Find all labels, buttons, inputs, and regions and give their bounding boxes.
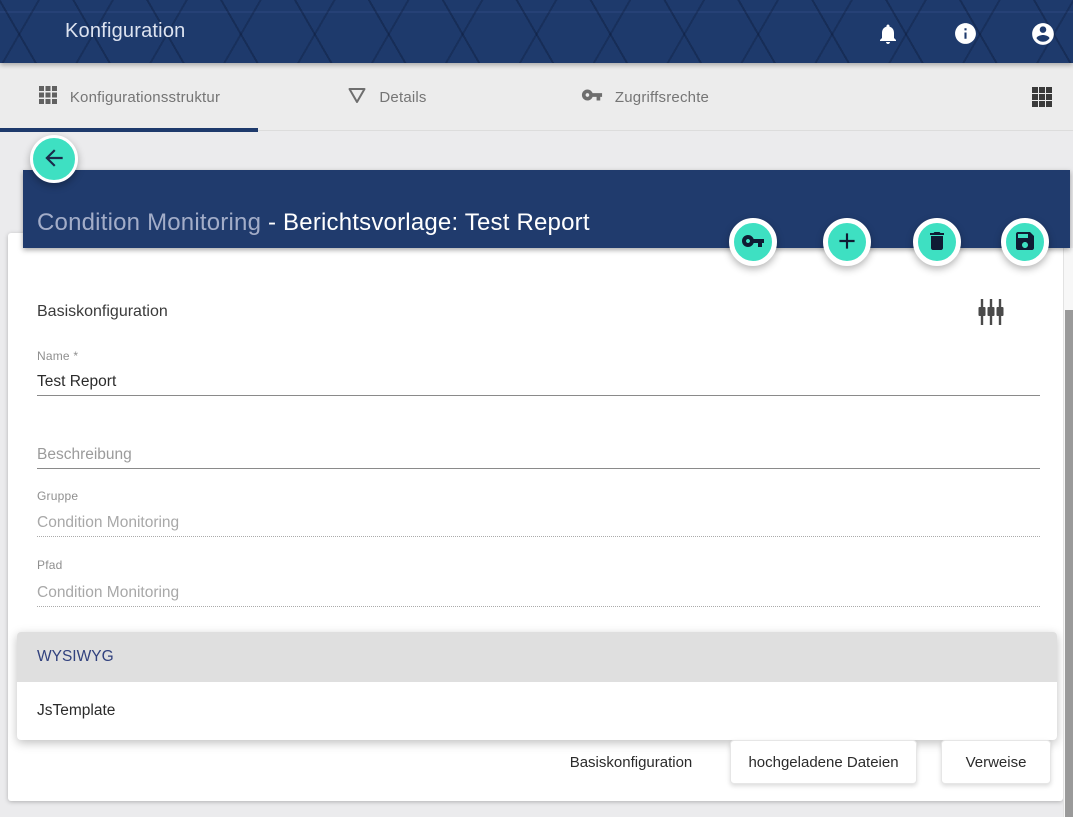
footer-button-hochgeladene-dateien[interactable]: hochgeladene Dateien	[730, 740, 917, 784]
tab-label: Konfigurationsstruktur	[70, 89, 220, 106]
save-icon	[1013, 229, 1037, 256]
app-bar: Konfiguration	[0, 0, 1073, 63]
section-title: Basiskonfiguration	[37, 303, 168, 321]
banner-title: Condition Monitoring - Berichtsvorlage: …	[37, 209, 590, 237]
list-item-jstemplate[interactable]: JsTemplate	[17, 682, 1057, 740]
path-label: Pfad	[37, 558, 63, 572]
key-icon	[581, 84, 603, 111]
info-icon	[953, 21, 978, 49]
bell-icon	[876, 22, 900, 49]
name-input[interactable]	[37, 368, 1040, 396]
back-button[interactable]	[30, 135, 78, 183]
notifications-button[interactable]	[874, 21, 902, 49]
name-label: Name *	[37, 349, 78, 363]
group-input	[37, 509, 1040, 537]
tab-label: Details	[379, 89, 426, 106]
tab-zugriffsrechte[interactable]: Zugriffsrechte	[516, 63, 774, 131]
info-button[interactable]	[951, 21, 979, 49]
add-button[interactable]	[823, 218, 871, 266]
account-button[interactable]	[1029, 21, 1057, 49]
details-triangle-icon	[347, 85, 367, 110]
list-item-label: WYSIWYG	[37, 648, 114, 666]
vertical-sliders-icon	[977, 297, 1005, 330]
tab-label: Zugriffsrechte	[615, 89, 709, 106]
apps-grid-icon	[38, 85, 58, 110]
list-item-label: JsTemplate	[37, 702, 115, 720]
banner-title-text: - Berichtsvorlage: Test Report	[268, 209, 590, 236]
tab-bar: Konfigurationsstruktur Details Zugriffsr…	[0, 63, 1073, 131]
scrollbar-thumb[interactable]	[1065, 310, 1073, 817]
account-icon	[1030, 21, 1056, 50]
list-item-wysiwyg[interactable]: WYSIWYG	[17, 632, 1057, 682]
plus-icon	[834, 228, 860, 257]
banner-group-text: Condition Monitoring	[37, 209, 268, 236]
filter-sliders-button[interactable]	[972, 294, 1010, 332]
key-icon	[741, 229, 765, 256]
page: Konfiguration	[0, 0, 1073, 817]
app-bar-title: Konfiguration	[65, 0, 185, 63]
grid-icon	[1031, 96, 1053, 111]
description-input[interactable]	[37, 441, 1040, 469]
tab-konfigurationsstruktur[interactable]: Konfigurationsstruktur	[0, 63, 258, 131]
template-type-list: WYSIWYG JsTemplate	[17, 632, 1057, 740]
layout-grid-button[interactable]	[1031, 86, 1053, 108]
path-input	[37, 579, 1040, 607]
footer-button-verweise[interactable]: Verweise	[941, 740, 1051, 784]
arrow-back-icon	[41, 145, 67, 174]
tab-details[interactable]: Details	[258, 63, 516, 131]
footer-tab-basiskonfiguration[interactable]: Basiskonfiguration	[545, 741, 717, 783]
trash-icon	[925, 229, 949, 256]
scrollbar-track	[1063, 248, 1073, 817]
group-label: Gruppe	[37, 489, 78, 503]
delete-button[interactable]	[913, 218, 961, 266]
permissions-button[interactable]	[729, 218, 777, 266]
save-button[interactable]	[1001, 218, 1049, 266]
